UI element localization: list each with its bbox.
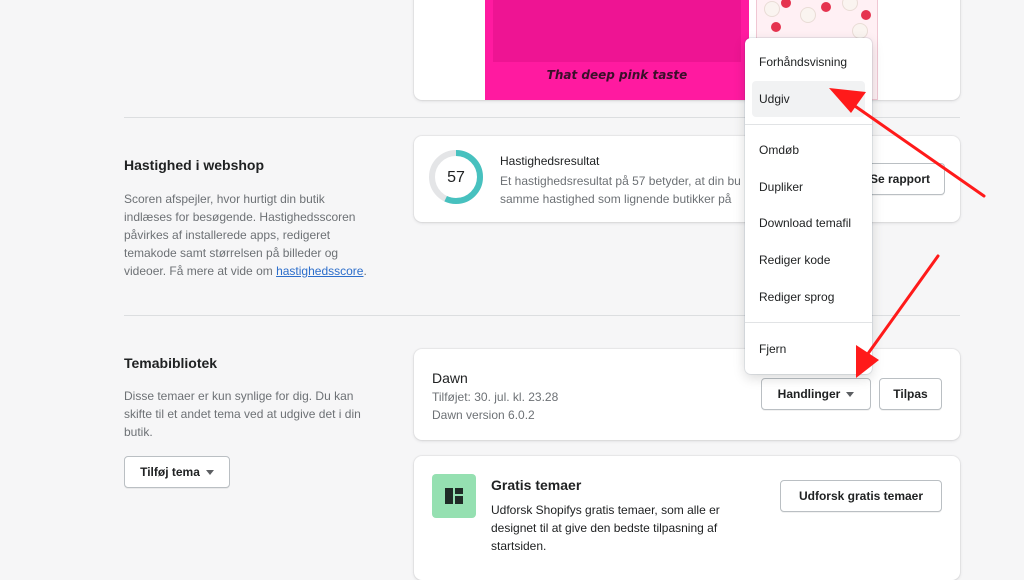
photo-dessert: [765, 2, 779, 16]
photo-berry: [861, 10, 871, 20]
theme-added-date: Tilføjet: 30. jul. kl. 23.28: [432, 390, 559, 404]
menu-separator: [745, 322, 872, 323]
see-report-label: Se rapport: [869, 172, 930, 186]
actions-button[interactable]: Handlinger: [761, 378, 871, 410]
free-themes-desc-line3: startsiden.: [491, 539, 547, 553]
menu-separator: [745, 124, 872, 125]
free-themes-desc-line2: designet til at give den bedste tilpasni…: [491, 521, 718, 535]
speed-result-line2: samme hastighed som lignende butikker på: [500, 192, 732, 206]
library-section-title: Temabibliotek: [124, 355, 218, 371]
chevron-down-icon: [846, 391, 855, 397]
speed-section-title: Hastighed i webshop: [124, 157, 265, 173]
theme-layout-icon: [432, 474, 476, 518]
photo-dessert: [853, 24, 867, 38]
menu-item-label: Download temafil: [759, 216, 852, 230]
theme-preview-tagline: That deep pink taste: [546, 68, 688, 82]
add-theme-button[interactable]: Tilføj tema: [124, 456, 230, 488]
theme-version: Dawn version 6.0.2: [432, 408, 535, 422]
explore-free-themes-label: Udforsk gratis temaer: [798, 489, 924, 503]
menu-item-edit-language[interactable]: Rediger sprog: [752, 279, 865, 315]
add-theme-label: Tilføj tema: [140, 465, 200, 479]
actions-label: Handlinger: [777, 387, 841, 401]
menu-item-duplicate[interactable]: Dupliker: [752, 169, 865, 205]
free-themes-card: Gratis temaer Udforsk Shopifys gratis te…: [414, 456, 960, 580]
menu-item-edit-code[interactable]: Rediger kode: [752, 242, 865, 278]
explore-free-themes-button[interactable]: Udforsk gratis temaer: [780, 480, 942, 512]
speed-score-value: 57: [447, 169, 465, 186]
actions-dropdown-menu: Forhåndsvisning Udgiv Omdøb Dupliker Dow…: [745, 38, 872, 374]
photo-dessert: [843, 0, 857, 10]
menu-item-remove[interactable]: Fjern: [752, 331, 865, 367]
photo-berry: [821, 2, 831, 12]
speed-score-gauge: 57: [429, 150, 483, 204]
library-section-description: Disse temaer er kun synlige for dig. Du …: [124, 389, 361, 439]
speed-section-description: Scoren afspejler, hvor hurtigt din butik…: [124, 190, 374, 280]
menu-item-rename[interactable]: Omdøb: [752, 132, 865, 168]
theme-preview-card: That deep pink taste: [414, 0, 960, 100]
menu-item-label: Rediger sprog: [759, 290, 835, 304]
theme-preview-banner: That deep pink taste: [485, 0, 749, 100]
customize-label: Tilpas: [893, 387, 928, 401]
customize-button[interactable]: Tilpas: [879, 378, 942, 410]
menu-item-label: Udgiv: [759, 92, 790, 106]
photo-berry: [781, 0, 791, 8]
photo-dessert: [801, 8, 815, 22]
free-themes-desc-line1: Udforsk Shopifys gratis temaer, som alle…: [491, 503, 720, 517]
chevron-down-icon: [205, 469, 214, 475]
menu-item-label: Forhåndsvisning: [759, 55, 848, 69]
menu-item-label: Omdøb: [759, 143, 800, 157]
theme-preview-banner-inner: [493, 0, 741, 62]
menu-item-publish[interactable]: Udgiv: [752, 81, 865, 117]
menu-item-preview[interactable]: Forhåndsvisning: [752, 44, 865, 80]
speed-description-end: .: [363, 264, 367, 278]
free-themes-title: Gratis temaer: [491, 477, 582, 493]
menu-item-download-theme[interactable]: Download temafil: [752, 205, 865, 241]
theme-name: Dawn: [432, 370, 468, 386]
speed-result-line1: Et hastighedsresultat på 57 betyder, at …: [500, 174, 741, 188]
menu-item-label: Dupliker: [759, 180, 804, 194]
speed-result-title: Hastighedsresultat: [500, 154, 600, 168]
menu-item-label: Fjern: [759, 342, 787, 356]
speed-score-link[interactable]: hastighedsscore: [276, 264, 363, 278]
photo-berry: [771, 22, 781, 32]
menu-item-label: Rediger kode: [759, 253, 831, 267]
